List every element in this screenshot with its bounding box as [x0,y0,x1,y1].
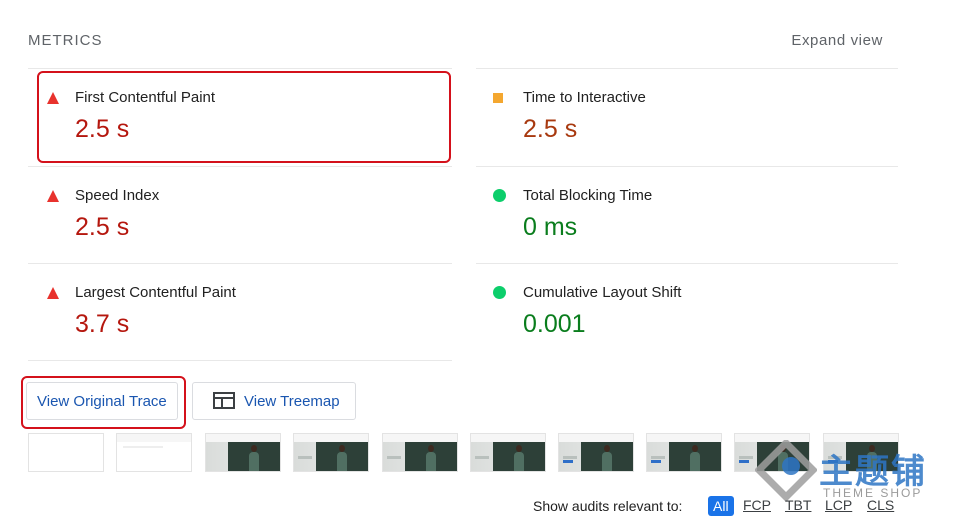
frame-bar [298,456,312,459]
button-label: View Treemap [244,393,340,410]
filmstrip-frame[interactable] [28,433,104,472]
view-treemap-button[interactable]: View Treemap [192,382,356,420]
metric-label: Time to Interactive [523,89,646,106]
filmstrip-frame[interactable] [205,433,281,472]
metric-value: 0.001 [523,310,586,338]
person-head [339,445,345,452]
filmstrip-frame[interactable] [293,433,369,472]
filter-chip-lcp[interactable]: LCP [825,497,852,513]
metric-value: 3.7 s [75,310,130,338]
metric-cumulative-layout-shift: Cumulative Layout Shift 0.001 [476,263,898,361]
person-head [516,445,522,452]
metric-label: Largest Contentful Paint [75,284,236,301]
metric-value: 2.5 s [523,115,578,143]
frame-bar [387,456,401,459]
frame-bar [651,456,665,459]
filter-chip-fcp[interactable]: FCP [743,497,771,513]
person-head [604,445,610,452]
metrics-divider [28,360,452,361]
highlight-box-trace [21,376,186,429]
average-square-icon [493,93,503,103]
pass-circle-icon [493,286,506,299]
metric-value: 2.5 s [75,213,130,241]
frame-header [206,434,280,442]
frame-header [471,434,545,442]
fail-triangle-icon [47,190,59,202]
filmstrip-frame[interactable] [382,433,458,472]
frame-header [647,434,721,442]
metric-value: 0 ms [523,213,578,241]
filter-chip-cls[interactable]: CLS [867,497,894,513]
person-body [514,452,524,471]
frame-blue-button [651,460,661,463]
treemap-icon [213,392,235,409]
frame-person [514,445,524,471]
person-body [690,452,700,471]
frame-blue-button [563,460,573,463]
frame-person [602,445,612,471]
frame-bar [739,456,753,459]
filter-chip-tbt[interactable]: TBT [785,497,811,513]
frame-bar [563,456,577,459]
person-body [249,452,259,471]
filmstrip-frame[interactable] [470,433,546,472]
metrics-title: METRICS [28,32,103,49]
fail-triangle-icon [47,287,59,299]
metric-largest-contentful-paint: Largest Contentful Paint 3.7 s [28,263,452,361]
person-head [428,445,434,452]
metric-time-to-interactive: Time to Interactive 2.5 s [476,68,898,166]
metric-total-blocking-time: Total Blocking Time 0 ms [476,166,898,264]
person-body [426,452,436,471]
frame-person [690,445,700,471]
frame-person [337,445,347,471]
audit-filter-label: Show audits relevant to: [533,498,683,514]
person-head [692,445,698,452]
expand-view-button[interactable]: Expand view [791,32,883,49]
filter-chip-all[interactable]: All [708,496,734,516]
frame-placeholder [123,446,163,448]
metric-label: Cumulative Layout Shift [523,284,682,301]
frame-person [426,445,436,471]
metrics-header: METRICS Expand view [28,32,898,52]
frame-blue-button [739,460,749,463]
pass-circle-icon [493,189,506,202]
filmstrip-frame[interactable] [646,433,722,472]
frame-header [117,434,191,442]
filmstrip-frame[interactable] [558,433,634,472]
frame-header [559,434,633,442]
frame-bar [475,456,489,459]
metric-label: Speed Index [75,187,160,204]
metric-speed-index: Speed Index 2.5 s [28,166,452,264]
frame-person [249,445,259,471]
frame-header [383,434,457,442]
metric-label: Total Blocking Time [523,187,653,204]
person-body [337,452,347,471]
highlight-box-fcp [37,71,451,163]
watermark-icon [755,440,817,502]
frame-header [294,434,368,442]
person-head [251,445,257,452]
person-body [602,452,612,471]
filmstrip-frame[interactable] [116,433,192,472]
